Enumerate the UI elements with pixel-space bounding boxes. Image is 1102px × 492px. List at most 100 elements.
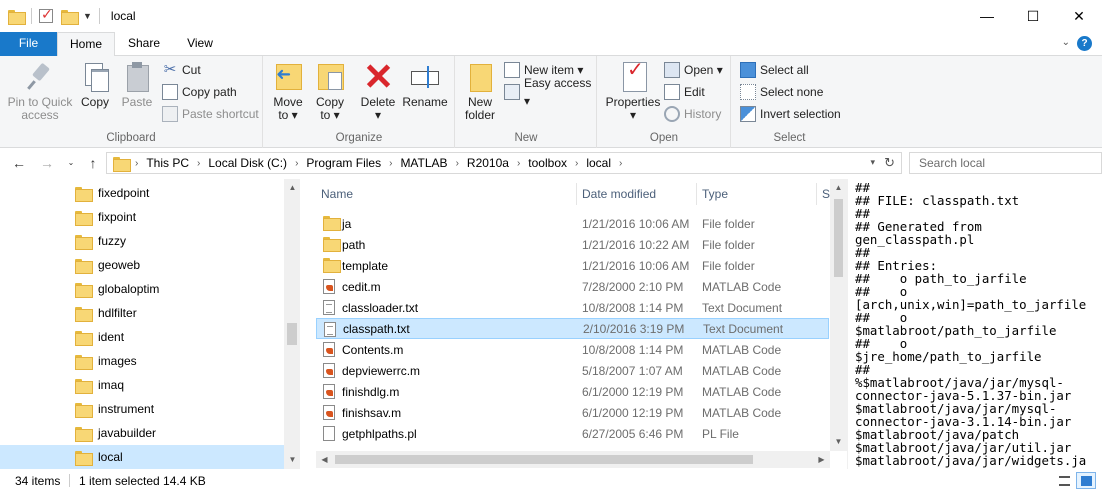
scroll-down-icon[interactable]: ▼ (830, 437, 847, 446)
chevron-right-icon[interactable]: › (389, 158, 392, 169)
file-row[interactable]: ja 1/21/2016 10:06 AM File folder (316, 213, 829, 234)
file-row[interactable]: finishdlg.m 6/1/2000 12:19 PM MATLAB Cod… (316, 381, 829, 402)
tab-view[interactable]: View (172, 32, 228, 56)
help-icon[interactable]: ? (1077, 36, 1092, 51)
column-divider[interactable] (576, 183, 577, 205)
nav-item[interactable]: images (0, 349, 284, 373)
rename-button[interactable]: Rename (402, 60, 448, 109)
scrollbar-thumb[interactable] (287, 323, 297, 345)
chevron-right-icon[interactable]: › (197, 158, 200, 169)
nav-item[interactable]: imaq (0, 373, 284, 397)
scroll-up-icon[interactable]: ▲ (830, 183, 847, 192)
file-row[interactable]: getphlpaths.pl 6/27/2005 6:46 PM PL File (316, 423, 829, 444)
breadcrumb-r2010a[interactable]: R2010a (467, 156, 509, 170)
file-list-vertical-scrollbar[interactable]: ▲ ▼ (830, 179, 847, 451)
forward-arrow-icon[interactable]: → (38, 154, 56, 172)
file-row[interactable]: classloader.txt 10/8/2008 1:14 PM Text D… (316, 297, 829, 318)
breadcrumb-toolbox[interactable]: toolbox (528, 156, 567, 170)
scrollbar-thumb[interactable] (834, 199, 843, 277)
nav-item[interactable]: hdlfilter (0, 301, 284, 325)
address-bar[interactable]: › This PC › Local Disk (C:) › Program Fi… (106, 152, 902, 174)
file-date: 6/27/2005 6:46 PM (582, 426, 684, 441)
cut-button[interactable]: ✂ Cut (162, 61, 201, 79)
breadcrumb-local[interactable]: local (586, 156, 611, 170)
scroll-down-icon[interactable]: ▼ (284, 455, 300, 464)
details-view-button[interactable] (1054, 472, 1074, 489)
file-row[interactable]: depviewerrc.m 5/18/2007 1:07 AM MATLAB C… (316, 360, 829, 381)
nav-item[interactable]: instrument (0, 397, 284, 421)
search-input[interactable]: Search local (909, 152, 1102, 174)
pin-to-quick-access-button[interactable]: Pin to Quick access (5, 60, 75, 122)
column-divider[interactable] (816, 183, 817, 205)
move-to-button[interactable]: Move to ▾ (270, 60, 306, 122)
breadcrumb-program-files[interactable]: Program Files (306, 156, 381, 170)
chevron-right-icon[interactable]: › (517, 158, 520, 169)
scroll-left-icon[interactable]: ◀ (316, 455, 333, 464)
close-button[interactable]: ✕ (1056, 0, 1102, 32)
tab-file[interactable]: File (0, 32, 57, 56)
large-icons-view-button[interactable] (1076, 472, 1096, 489)
recent-locations-icon[interactable]: ⌄ (62, 154, 80, 172)
chevron-right-icon[interactable]: › (456, 158, 459, 169)
new-folder-button[interactable]: New folder (460, 60, 500, 122)
file-row[interactable]: Contents.m 10/8/2008 1:14 PM MATLAB Code (316, 339, 829, 360)
nav-item[interactable]: javabuilder (0, 421, 284, 445)
chevron-down-icon[interactable]: ⌄ (1062, 37, 1070, 48)
file-row[interactable]: finishsav.m 6/1/2000 12:19 PM MATLAB Cod… (316, 402, 829, 423)
paste-shortcut-button[interactable]: Paste shortcut (162, 105, 259, 123)
nav-pane-scrollbar[interactable]: ▲ ▼ (284, 179, 300, 469)
nav-item[interactable]: globaloptim (0, 277, 284, 301)
nav-item[interactable]: geoweb (0, 253, 284, 277)
maximize-button[interactable]: ☐ (1010, 0, 1056, 32)
history-button[interactable]: History (664, 105, 721, 123)
nav-item[interactable]: fixpoint (0, 205, 284, 229)
new-folder-icon[interactable] (61, 9, 79, 25)
delete-button[interactable]: Delete ▾ (358, 60, 398, 122)
nav-item[interactable]: fixedpoint (0, 181, 284, 205)
scrollbar-thumb[interactable] (335, 455, 753, 464)
paste-button[interactable]: Paste (118, 60, 156, 109)
refresh-icon[interactable]: ↻ (884, 155, 895, 171)
scroll-right-icon[interactable]: ▶ (813, 455, 830, 464)
copy-button[interactable]: Copy (76, 60, 114, 109)
chevron-right-icon[interactable]: › (619, 158, 622, 169)
copy-to-button[interactable]: Copy to ▾ (312, 60, 348, 122)
tab-home[interactable]: Home (57, 32, 115, 57)
nav-item-selected[interactable]: local (0, 445, 284, 469)
select-none-button[interactable]: Select none (740, 83, 823, 101)
file-row-selected[interactable]: classpath.txt 2/10/2016 3:19 PM Text Doc… (316, 318, 829, 339)
file-row[interactable]: path 1/21/2016 10:22 AM File folder (316, 234, 829, 255)
file-row[interactable]: cedit.m 7/28/2000 2:10 PM MATLAB Code (316, 276, 829, 297)
breadcrumb-local-disk[interactable]: Local Disk (C:) (208, 156, 287, 170)
column-divider[interactable] (696, 183, 697, 205)
properties-button[interactable]: Properties ▾ (602, 60, 664, 122)
file-row[interactable]: template 1/21/2016 10:06 AM File folder (316, 255, 829, 276)
easy-access-button[interactable]: Easy access ▾ (504, 76, 596, 108)
chevron-down-icon[interactable]: ▾ (870, 157, 875, 168)
edit-button[interactable]: Edit (664, 83, 705, 101)
chevron-right-icon[interactable]: › (295, 158, 298, 169)
nav-item[interactable]: fuzzy (0, 229, 284, 253)
tab-share[interactable]: Share (116, 32, 172, 56)
scroll-up-icon[interactable]: ▲ (284, 183, 300, 192)
column-header-type[interactable]: Type (702, 179, 728, 210)
nav-item[interactable]: ident (0, 325, 284, 349)
customize-toolbar-icon[interactable]: ▼ (83, 11, 92, 21)
easy-access-icon (504, 84, 520, 100)
chevron-right-icon[interactable]: › (575, 158, 578, 169)
select-all-button[interactable]: Select all (740, 61, 809, 79)
chevron-right-icon[interactable]: › (135, 158, 138, 169)
properties-icon[interactable] (39, 6, 53, 23)
file-list-horizontal-scrollbar[interactable]: ◀ ▶ (316, 451, 830, 468)
open-button[interactable]: Open ▾ (664, 61, 723, 79)
up-arrow-icon[interactable]: ↑ (84, 154, 102, 172)
text-file-icon (324, 322, 336, 337)
column-header-name[interactable]: Name (321, 179, 353, 210)
minimize-button[interactable]: — (964, 0, 1010, 32)
breadcrumb-this-pc[interactable]: This PC (146, 156, 189, 170)
copy-path-button[interactable]: Copy path (162, 83, 237, 101)
breadcrumb-matlab[interactable]: MATLAB (400, 156, 447, 170)
back-arrow-icon[interactable]: ← (10, 154, 28, 172)
column-header-date[interactable]: Date modified (582, 179, 656, 210)
invert-selection-button[interactable]: Invert selection (740, 105, 841, 123)
